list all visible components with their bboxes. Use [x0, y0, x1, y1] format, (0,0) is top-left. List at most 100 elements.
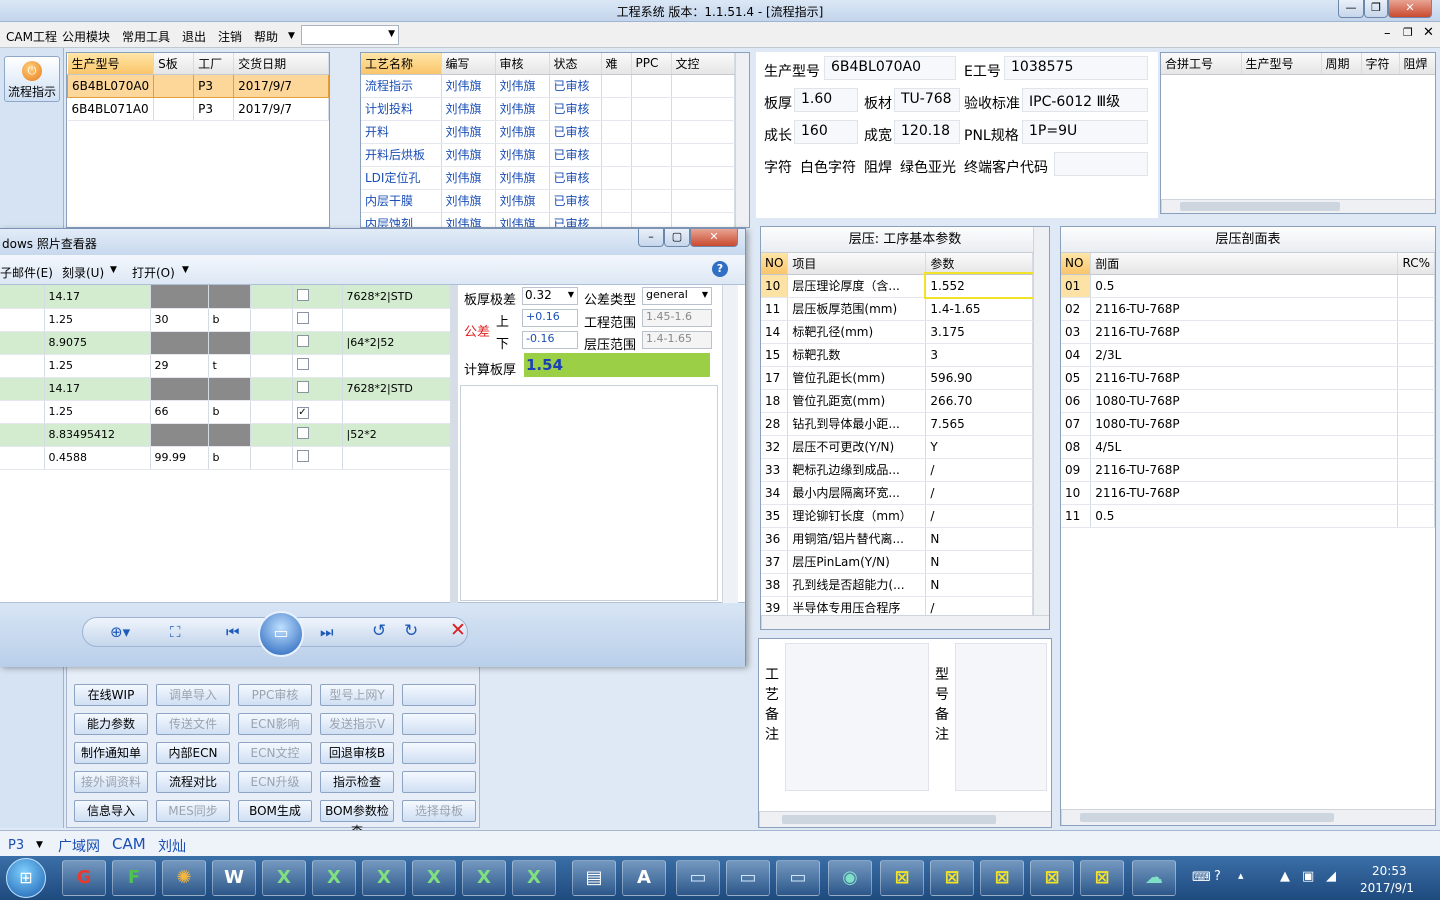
- table-row[interactable]: 34 最小内层隔离环宽... /: [761, 481, 1033, 505]
- fit-window-icon[interactable]: ⛶: [170, 623, 181, 641]
- maximize-button[interactable]: ❐: [1364, 0, 1388, 18]
- scroll-thumb[interactable]: [782, 815, 996, 824]
- table-row[interactable]: 08 4/5L: [1061, 435, 1435, 459]
- action-button[interactable]: MES同步: [156, 800, 230, 822]
- table-row[interactable]: 04 2/3L: [1061, 343, 1435, 367]
- table-row[interactable]: 11 0.5: [1061, 504, 1435, 528]
- photo-minimize-button[interactable]: –: [638, 229, 664, 247]
- checkbox[interactable]: [296, 335, 309, 347]
- chevron-down-icon[interactable]: ▼: [36, 840, 43, 850]
- burn-menu[interactable]: 刻录(U): [62, 264, 104, 281]
- col-merge-mask[interactable]: 阻焊: [1399, 53, 1435, 75]
- table-row[interactable]: 07 1080-TU-768P: [1061, 412, 1435, 436]
- action-button[interactable]: [402, 771, 476, 793]
- section-hscroll[interactable]: [1061, 809, 1435, 825]
- network-tray-icon[interactable]: ▲: [1280, 869, 1290, 884]
- col-merge-cycle[interactable]: 周期: [1321, 53, 1362, 75]
- thickness-field[interactable]: 1.60: [794, 88, 858, 112]
- action-button[interactable]: 发送指示V: [320, 713, 394, 735]
- checkbox[interactable]: [296, 312, 309, 324]
- checkbox[interactable]: [296, 288, 309, 301]
- col-no[interactable]: NO: [1061, 253, 1092, 275]
- close-button[interactable]: ✕: [1388, 0, 1432, 18]
- table-row[interactable]: 33 靶标孔边缘到成品... /: [761, 458, 1033, 482]
- material-field[interactable]: TU-768: [894, 88, 960, 112]
- action-button[interactable]: [402, 684, 476, 706]
- rotate-left-icon[interactable]: ↺: [372, 621, 386, 641]
- col-model[interactable]: 生产型号: [67, 53, 155, 75]
- action-button[interactable]: PPC审核: [238, 684, 312, 706]
- scroll-thumb[interactable]: [1080, 813, 1334, 822]
- action-button[interactable]: ECN影响: [238, 713, 312, 735]
- x-window-icon[interactable]: ⊠: [930, 860, 974, 896]
- checkbox[interactable]: [296, 450, 309, 462]
- tray-arrow-icon[interactable]: ▴: [1238, 869, 1244, 882]
- action-button[interactable]: 调单导入: [156, 684, 230, 706]
- table-row[interactable]: 36 用铜箔/铝片替代离... N: [761, 527, 1033, 551]
- table-row[interactable]: 开料后烘板 刘伟旗 刘伟旗 已审核: [361, 143, 735, 167]
- tol-type-select[interactable]: general ▼: [642, 287, 712, 305]
- excel-icon[interactable]: X: [362, 860, 406, 896]
- table-row[interactable]: 内层干膜 刘伟旗 刘伟旗 已审核: [361, 189, 735, 213]
- table-row[interactable]: 流程指示 刘伟旗 刘伟旗 已审核: [361, 74, 735, 98]
- customer-code-field[interactable]: [1054, 152, 1148, 176]
- col-ppc[interactable]: PPC: [631, 53, 672, 75]
- action-button[interactable]: 内部ECN: [156, 742, 230, 764]
- minimize-button[interactable]: —: [1338, 0, 1364, 18]
- col-due-date[interactable]: 交货日期: [233, 53, 329, 75]
- splitter[interactable]: [450, 285, 458, 603]
- rotate-right-icon[interactable]: ↻: [404, 621, 418, 641]
- delete-icon[interactable]: ✕: [450, 619, 466, 641]
- photo-viewer-icon[interactable]: ▭: [776, 860, 820, 896]
- x-window-icon[interactable]: ⊠: [1080, 860, 1124, 896]
- table-row[interactable]: LDI定位孔 刘伟旗 刘伟旗 已审核: [361, 166, 735, 190]
- col-reviewer[interactable]: 审核: [495, 53, 550, 75]
- col-rc[interactable]: RC%: [1397, 253, 1435, 275]
- shell-app-icon[interactable]: ✺: [162, 860, 206, 896]
- action-button[interactable]: 流程对比: [156, 771, 230, 793]
- col-status[interactable]: 状态: [549, 53, 602, 75]
- flow-indicator-button[interactable]: ⏻ 流程指示: [4, 56, 60, 102]
- table-row[interactable]: 6B4BL070A0 P3 2017/9/7: [66, 73, 329, 98]
- menu-public[interactable]: 公用模块: [62, 28, 110, 45]
- tolerance-select[interactable]: 0.32 ▼: [522, 287, 578, 305]
- action-button[interactable]: ECN升级: [238, 771, 312, 793]
- table-row[interactable]: 11 层压板厚范围(mm) 1.4-1.65: [761, 297, 1033, 321]
- craft-note-textarea[interactable]: [785, 643, 929, 791]
- table-row[interactable]: 10 2116-TU-768P: [1061, 481, 1435, 505]
- app-g-icon[interactable]: G: [62, 860, 106, 896]
- mdi-minimize-icon[interactable]: –: [1384, 26, 1391, 41]
- col-merge-model[interactable]: 生产型号: [1241, 53, 1322, 75]
- table-row[interactable]: 14 标靶孔径(mm) 3.175: [761, 320, 1033, 344]
- display-tray-icon[interactable]: ▣: [1302, 869, 1314, 884]
- mdi-close-icon[interactable]: ✕: [1423, 25, 1434, 40]
- table-row[interactable]: 35 理论铆钉长度（mm） /: [761, 504, 1033, 528]
- model-field[interactable]: 6B4BL070A0: [824, 56, 956, 80]
- action-button[interactable]: 信息导入: [74, 800, 148, 822]
- save-disk-icon[interactable]: ▤: [572, 860, 616, 896]
- col-s-board[interactable]: S板: [153, 53, 195, 75]
- action-button[interactable]: 制作通知单: [74, 742, 148, 764]
- checkbox[interactable]: ✓: [296, 406, 309, 419]
- e-no-field[interactable]: 1038575: [1004, 56, 1148, 80]
- action-button[interactable]: 型号上网Y: [320, 684, 394, 706]
- slideshow-button[interactable]: ▭: [258, 611, 304, 657]
- col-section[interactable]: 剖面: [1090, 253, 1399, 275]
- action-button[interactable]: 在线WIP: [74, 684, 148, 706]
- table-row[interactable]: 15 标靶孔数 3: [761, 343, 1033, 367]
- table-row[interactable]: 18 管位孔距宽(mm) 266.70: [761, 389, 1033, 413]
- action-button[interactable]: BOM参数检查: [320, 800, 394, 838]
- next-icon[interactable]: ⏭: [320, 623, 334, 641]
- excel-icon[interactable]: X: [412, 860, 456, 896]
- col-doc-ctrl[interactable]: 文控: [671, 53, 735, 75]
- table-row[interactable]: 开料 刘伟旗 刘伟旗 已审核: [361, 120, 735, 144]
- action-button[interactable]: ECN文控: [238, 742, 312, 764]
- top-combo[interactable]: ▼: [301, 25, 399, 45]
- col-param[interactable]: 参数: [925, 253, 1033, 275]
- email-menu[interactable]: 子邮件(E): [0, 264, 53, 281]
- mdi-restore-icon[interactable]: ❐: [1403, 26, 1413, 39]
- merge-hscroll[interactable]: [1161, 199, 1435, 213]
- table-row[interactable]: 06 1080-TU-768P: [1061, 389, 1435, 413]
- menu-cam[interactable]: CAM工程: [6, 28, 57, 45]
- excel-icon[interactable]: X: [512, 860, 556, 896]
